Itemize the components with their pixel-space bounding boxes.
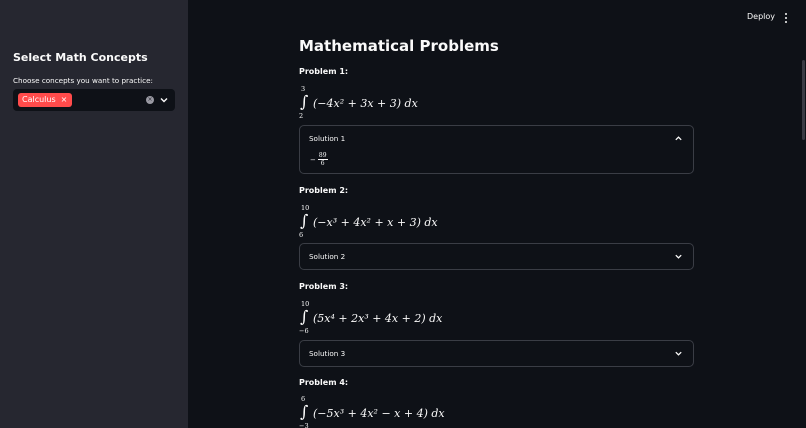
app-root: Select Math Concepts Choose concepts you… xyxy=(0,0,806,428)
solution-expander[interactable]: Solution 3 xyxy=(299,340,694,367)
integral-glyph: ∫ xyxy=(300,402,309,421)
concepts-multiselect[interactable]: Calculus × × xyxy=(13,89,175,111)
expander-label: Solution 3 xyxy=(309,349,346,358)
problem-equation: 10 ∫ 6 (−x³ + 4x² + x + 3) dx xyxy=(299,204,438,239)
concepts-prompt-label: Choose concepts you want to practice: xyxy=(13,76,153,85)
tag-label: Calculus xyxy=(22,95,56,104)
solution-expander[interactable]: Solution 1 − 89 6 xyxy=(299,125,694,174)
solution-fraction: 89 6 xyxy=(317,152,328,167)
clear-selection-icon[interactable]: × xyxy=(146,96,154,104)
integral-sign: 3 ∫ 2 xyxy=(299,85,311,120)
deploy-button[interactable]: Deploy xyxy=(747,12,775,21)
solution-expander[interactable]: Solution 2 xyxy=(299,243,694,270)
integral-sign: 10 ∫ −6 xyxy=(299,300,311,335)
sidebar: Select Math Concepts Choose concepts you… xyxy=(0,0,188,428)
chevron-down-icon[interactable] xyxy=(674,252,683,261)
integral-sign: 10 ∫ 6 xyxy=(299,204,311,239)
problem-label: Problem 1: xyxy=(299,67,349,76)
lower-limit: 6 xyxy=(299,231,304,239)
problem-equation: 6 ∫ −3 (−5x³ + 4x² − x + 4) dx xyxy=(299,395,445,428)
solution-sign: − xyxy=(310,155,316,164)
integral-glyph: ∫ xyxy=(300,307,309,326)
problem-equation: 10 ∫ −6 (5x⁴ + 2x³ + 4x + 2) dx xyxy=(299,300,443,335)
problem-label: Problem 2: xyxy=(299,186,349,195)
solution-value: − 89 6 xyxy=(310,152,328,167)
lower-limit: 2 xyxy=(299,112,304,120)
fraction-numerator: 89 xyxy=(317,152,328,160)
sidebar-title: Select Math Concepts xyxy=(13,51,148,64)
integral-glyph: ∫ xyxy=(300,211,309,230)
scrollbar[interactable] xyxy=(802,60,805,140)
tag-calculus: Calculus × xyxy=(18,93,73,107)
page-title: Mathematical Problems xyxy=(299,37,499,55)
integral-glyph: ∫ xyxy=(300,92,309,111)
lower-limit: −6 xyxy=(299,327,309,335)
chevron-down-icon[interactable] xyxy=(674,349,683,358)
tag-remove-icon[interactable]: × xyxy=(61,93,68,107)
integral-sign: 6 ∫ −3 xyxy=(299,395,311,428)
integrand: (5x⁴ + 2x³ + 4x + 2) dx xyxy=(313,311,443,325)
problem-label: Problem 4: xyxy=(299,378,349,387)
problem-label: Problem 3: xyxy=(299,282,349,291)
problem-equation: 3 ∫ 2 (−4x² + 3x + 3) dx xyxy=(299,85,418,120)
chevron-up-icon[interactable] xyxy=(674,134,683,143)
expander-label: Solution 2 xyxy=(309,252,346,261)
fraction-denominator: 6 xyxy=(320,160,325,167)
expander-label: Solution 1 xyxy=(309,134,346,143)
chevron-down-icon[interactable] xyxy=(159,95,169,105)
kebab-menu-icon[interactable] xyxy=(783,12,789,24)
integrand: (−4x² + 3x + 3) dx xyxy=(313,96,418,110)
integrand: (−5x³ + 4x² − x + 4) dx xyxy=(313,406,445,420)
integrand: (−x³ + 4x² + x + 3) dx xyxy=(313,215,438,229)
lower-limit: −3 xyxy=(299,422,309,428)
